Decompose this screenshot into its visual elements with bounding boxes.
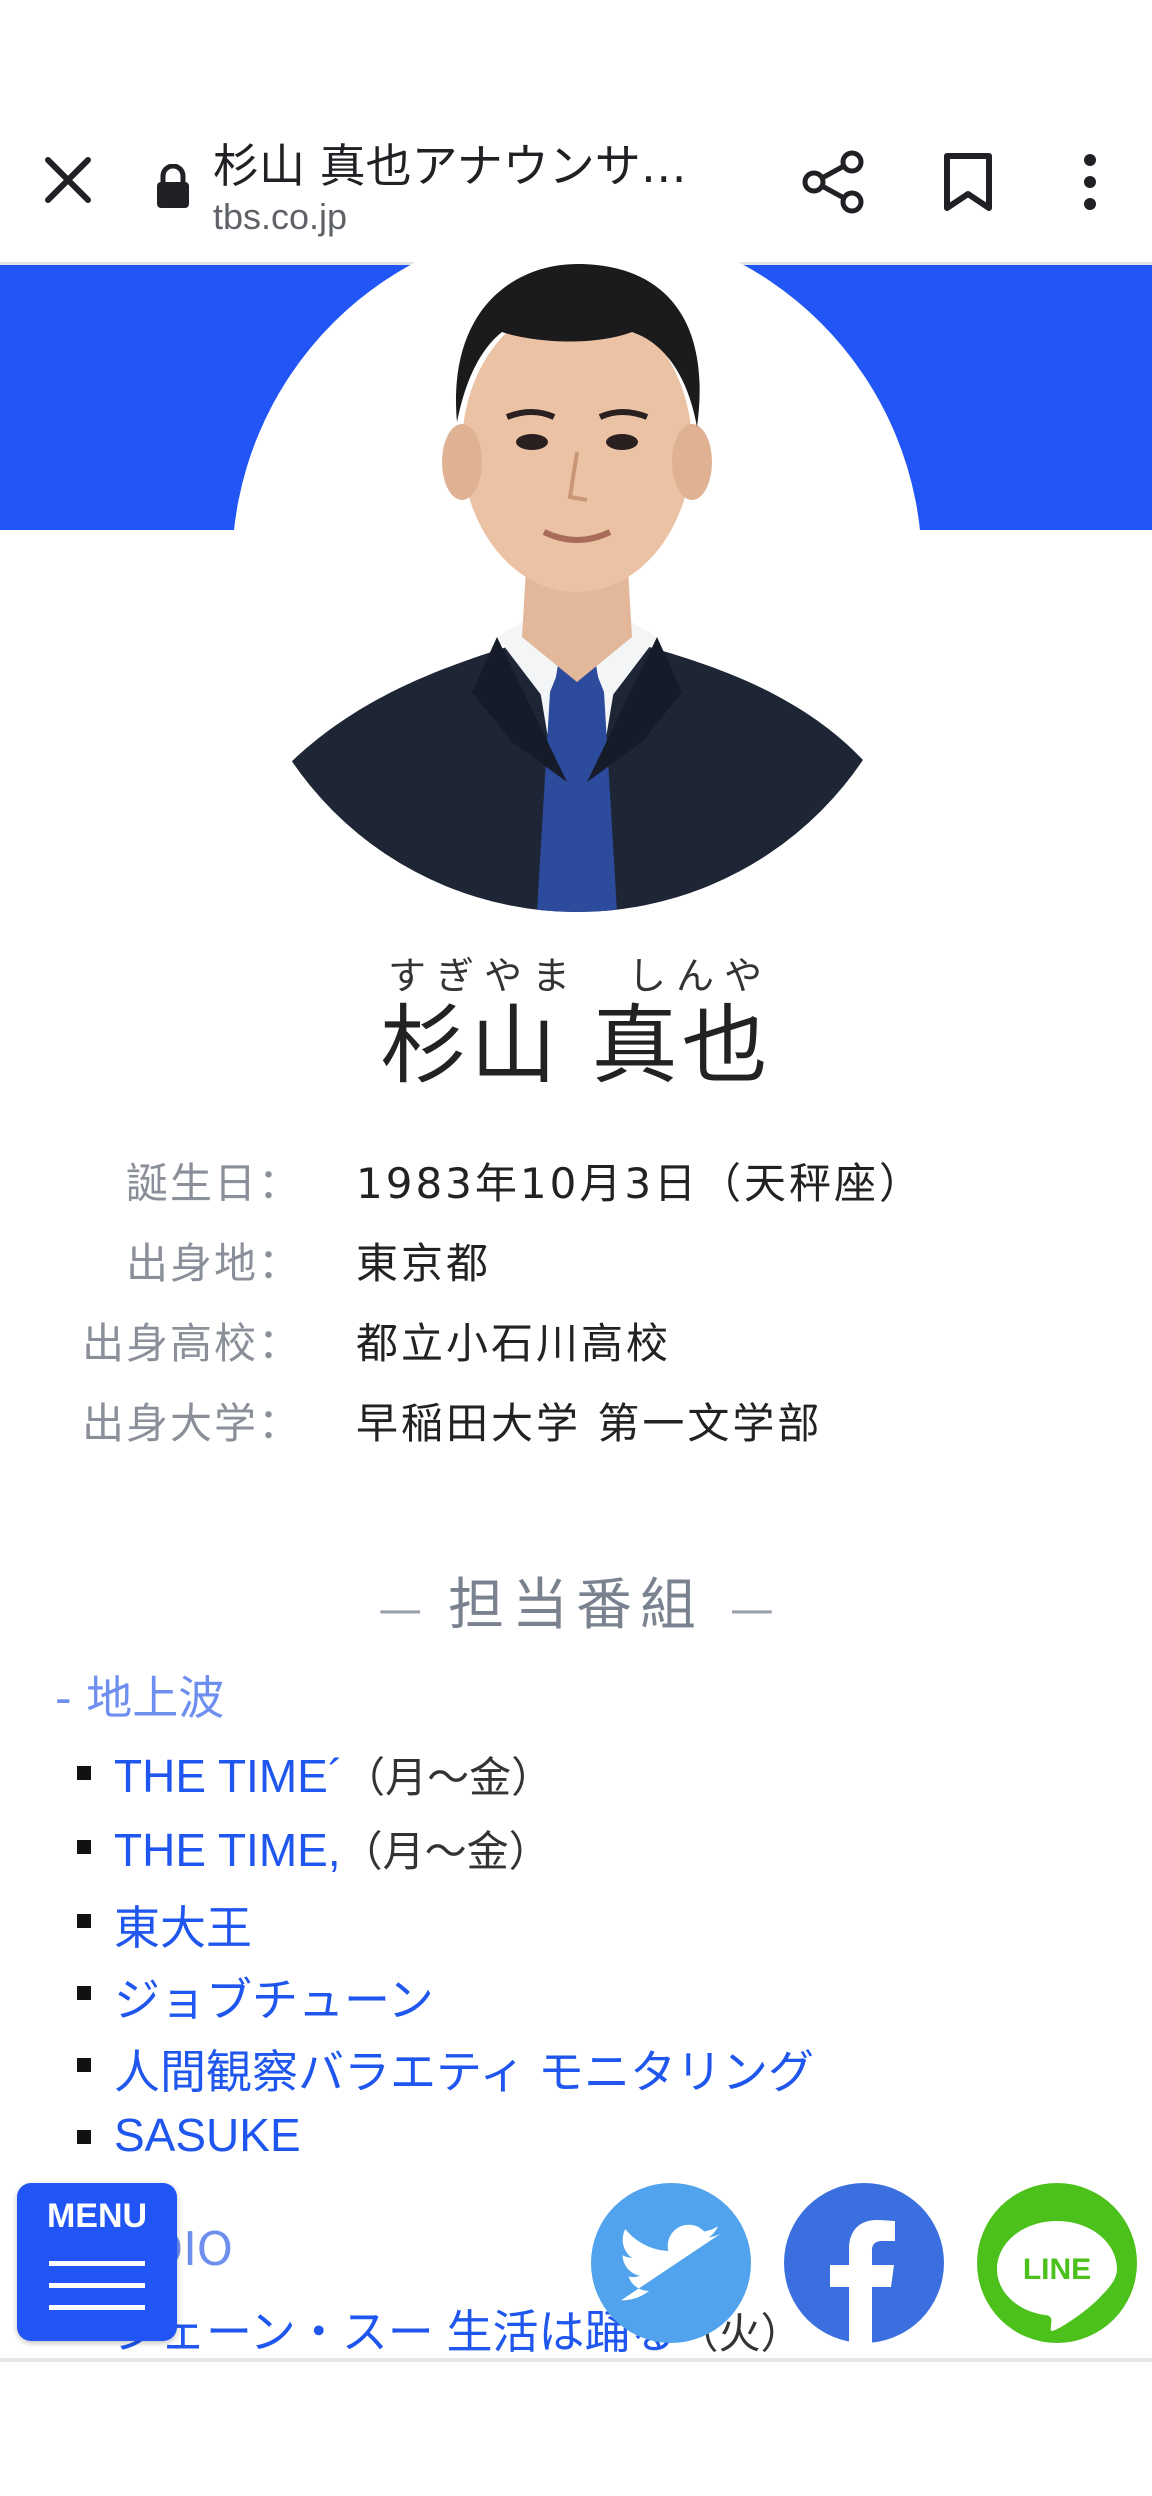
page-title: 杉山 真也アナウンサ… [213,139,687,193]
twitter-icon [621,2224,722,2301]
close-icon [45,157,91,203]
bullet [77,1840,91,1854]
program-link[interactable]: 人間観察バラエティ モニタリング [114,2036,814,2102]
heading-dash-right: — [729,1584,774,1635]
bookmark-icon [944,153,992,211]
bullet [77,1986,91,2000]
bullet [77,2058,91,2072]
twitter-share-button[interactable] [591,2183,751,2343]
divider [0,2358,1152,2362]
menu-button[interactable]: MENU [17,2183,177,2341]
program-link[interactable]: 東大王 [114,1892,252,1958]
program-schedule: （月〜金） [343,1753,554,1802]
program-link[interactable]: SASUKE [114,2108,301,2162]
profile-value: 早稲田大学 第一文学部 [356,1399,823,1448]
list-item: SASUKE [0,2108,1152,2174]
profile-label: 誕生日： [125,1159,302,1208]
facebook-share-button[interactable] [784,2183,944,2343]
line-share-button[interactable]: LINE [977,2183,1137,2343]
hamburger-icon [49,2283,145,2288]
menu-label: MENU [46,2197,148,2235]
profile-value: 都立小石川高校 [356,1319,672,1368]
profile-label: 出身地： [125,1239,302,1288]
more-vert-icon [1084,154,1096,210]
list-item: 人間観察バラエティ モニタリング [0,2036,1152,2102]
profile-row-birthplace: 出身地： 東京都 [0,1230,1152,1290]
programs-heading-text: 担当番組 [448,1573,704,1638]
program-link[interactable]: THE TIME´（月〜金） [114,1744,553,1805]
profile-value: 東京都 [356,1239,492,1288]
program-link[interactable]: ジョブチューン [114,1964,434,2030]
hamburger-icon [49,2305,145,2310]
line-icon: LINE [997,2221,1117,2331]
share-icon [802,150,864,214]
profile-row-birthday: 誕生日： 1983年10月3日（天秤座） [0,1150,1152,1210]
bullet [77,2130,91,2144]
profile-row-university: 出身大学： 早稲田大学 第一文学部 [0,1390,1152,1450]
programs-heading: — 担当番組 — [0,1560,1152,1641]
lock-icon [155,163,191,208]
category-terrestrial: - 地上波 [55,1671,225,1725]
close-button[interactable] [40,152,96,208]
profile-row-high-school: 出身高校： 都立小石川高校 [0,1310,1152,1370]
bullet [77,1914,91,1928]
line-label: LINE [1023,2253,1091,2286]
heading-dash-left: — [378,1584,423,1635]
hero-banner [0,222,1152,912]
profile-label: 出身高校： [81,1319,302,1368]
program-schedule: （月〜金） [340,1827,551,1876]
program-link[interactable]: THE TIME,（月〜金） [114,1818,551,1879]
facebook-icon [830,2220,895,2343]
announcer-name: 杉山 真也 [380,996,772,1096]
more-options-button[interactable] [1070,152,1110,212]
profile-value: 1983年10月3日（天秤座） [356,1159,925,1208]
bookmark-button[interactable] [942,152,994,212]
profile-label: 出身大学： [81,1399,302,1448]
list-item: THE TIME´（月〜金） [0,1744,1152,1810]
bullet [77,1766,91,1780]
list-item: THE TIME,（月〜金） [0,1818,1152,1884]
hamburger-icon [49,2261,145,2266]
share-button[interactable] [802,150,866,214]
list-item: ジョブチューン [0,1964,1152,2030]
list-item: 東大王 [0,1892,1152,1958]
